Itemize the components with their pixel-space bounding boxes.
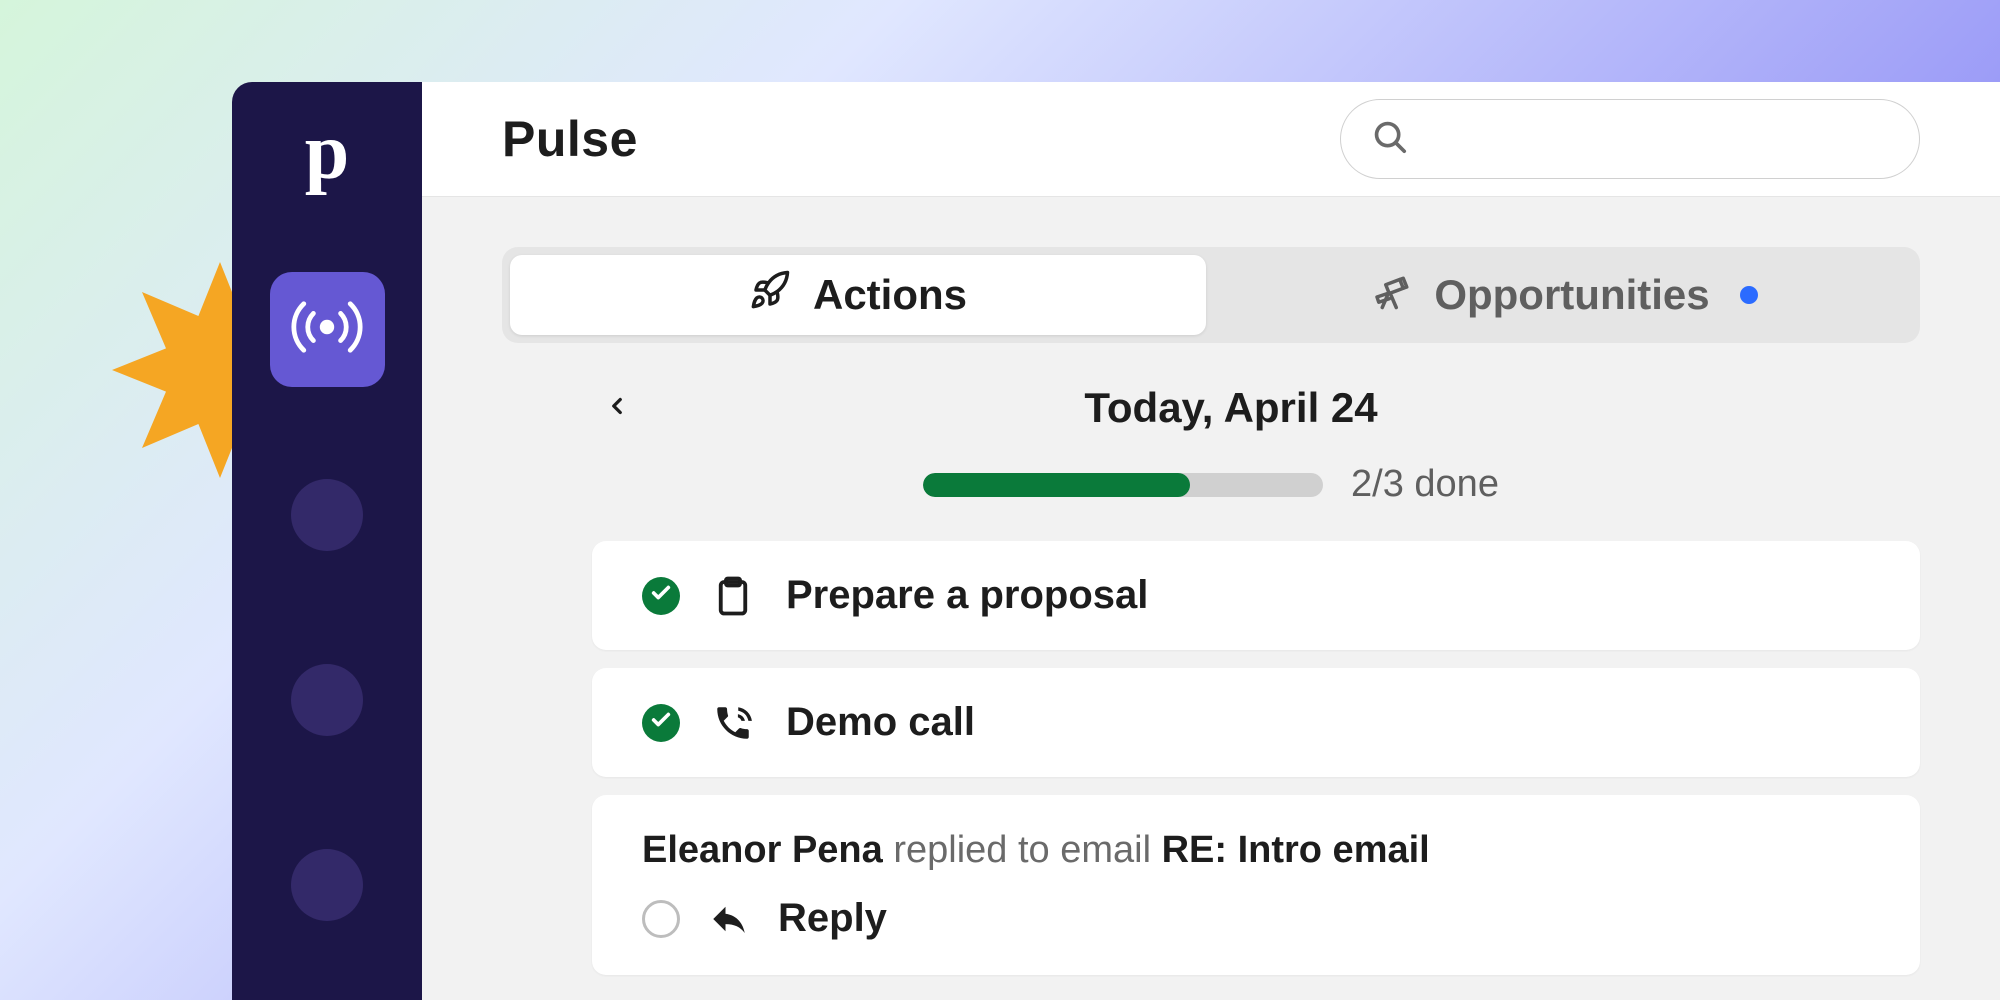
task-complete-toggle[interactable] bbox=[642, 704, 680, 742]
app-window: p Pulse bbox=[232, 82, 2000, 1000]
sidebar-item-placeholder-1[interactable] bbox=[270, 457, 385, 572]
date-navigation: Today, April 24 bbox=[502, 343, 1920, 463]
page-title: Pulse bbox=[502, 110, 638, 168]
reply-button-label[interactable]: Reply bbox=[778, 896, 887, 941]
nav-dot-icon bbox=[291, 664, 363, 736]
tabs-container: Actions Opportunities bbox=[502, 247, 1920, 343]
sidebar-item-pulse[interactable] bbox=[270, 272, 385, 387]
task-title: Prepare a proposal bbox=[786, 573, 1148, 618]
nav-dot-icon bbox=[291, 849, 363, 921]
broadcast-icon bbox=[287, 287, 367, 372]
progress-bar bbox=[923, 473, 1323, 497]
notification-dot-icon bbox=[1740, 286, 1758, 304]
telescope-icon bbox=[1370, 269, 1412, 321]
task-complete-toggle[interactable] bbox=[642, 577, 680, 615]
check-icon bbox=[650, 582, 672, 609]
tab-opportunities[interactable]: Opportunities bbox=[1216, 255, 1912, 335]
current-date: Today, April 24 bbox=[1084, 384, 1377, 432]
main-content: Pulse Actions Opportu bbox=[422, 82, 2000, 1000]
tab-actions[interactable]: Actions bbox=[510, 255, 1206, 335]
progress-fill bbox=[923, 473, 1190, 497]
sidebar-item-placeholder-2[interactable] bbox=[270, 642, 385, 757]
sidebar: p bbox=[232, 82, 422, 1000]
clipboard-icon bbox=[712, 575, 754, 617]
reply-action-row: Reply bbox=[642, 896, 1870, 941]
search-icon bbox=[1371, 118, 1409, 161]
contact-name: Eleanor Pena bbox=[642, 829, 883, 871]
phone-icon bbox=[712, 702, 754, 744]
task-list: Prepare a proposal Demo call Eleanor Pen… bbox=[502, 541, 1920, 975]
task-row[interactable]: Prepare a proposal bbox=[592, 541, 1920, 650]
search-input[interactable] bbox=[1340, 99, 1920, 179]
nav-dot-icon bbox=[291, 479, 363, 551]
reply-card[interactable]: Eleanor Pena replied to email RE: Intro … bbox=[592, 795, 1920, 975]
rocket-icon bbox=[749, 269, 791, 321]
reply-event-text: Eleanor Pena replied to email RE: Intro … bbox=[642, 829, 1870, 872]
event-verb: replied to email bbox=[893, 829, 1151, 871]
tab-label: Actions bbox=[813, 271, 967, 319]
task-complete-toggle[interactable] bbox=[642, 900, 680, 938]
email-subject: RE: Intro email bbox=[1162, 829, 1430, 871]
chevron-left-icon bbox=[604, 393, 630, 424]
progress-row: 2/3 done bbox=[502, 463, 1920, 541]
header-bar: Pulse bbox=[422, 82, 2000, 197]
previous-day-button[interactable] bbox=[592, 383, 642, 433]
sidebar-item-placeholder-3[interactable] bbox=[270, 827, 385, 942]
check-icon bbox=[650, 709, 672, 736]
app-logo: p bbox=[305, 112, 350, 192]
tab-label: Opportunities bbox=[1434, 271, 1709, 319]
reply-arrow-icon bbox=[708, 898, 750, 940]
task-row[interactable]: Demo call bbox=[592, 668, 1920, 777]
progress-label: 2/3 done bbox=[1351, 463, 1499, 506]
task-title: Demo call bbox=[786, 700, 975, 745]
